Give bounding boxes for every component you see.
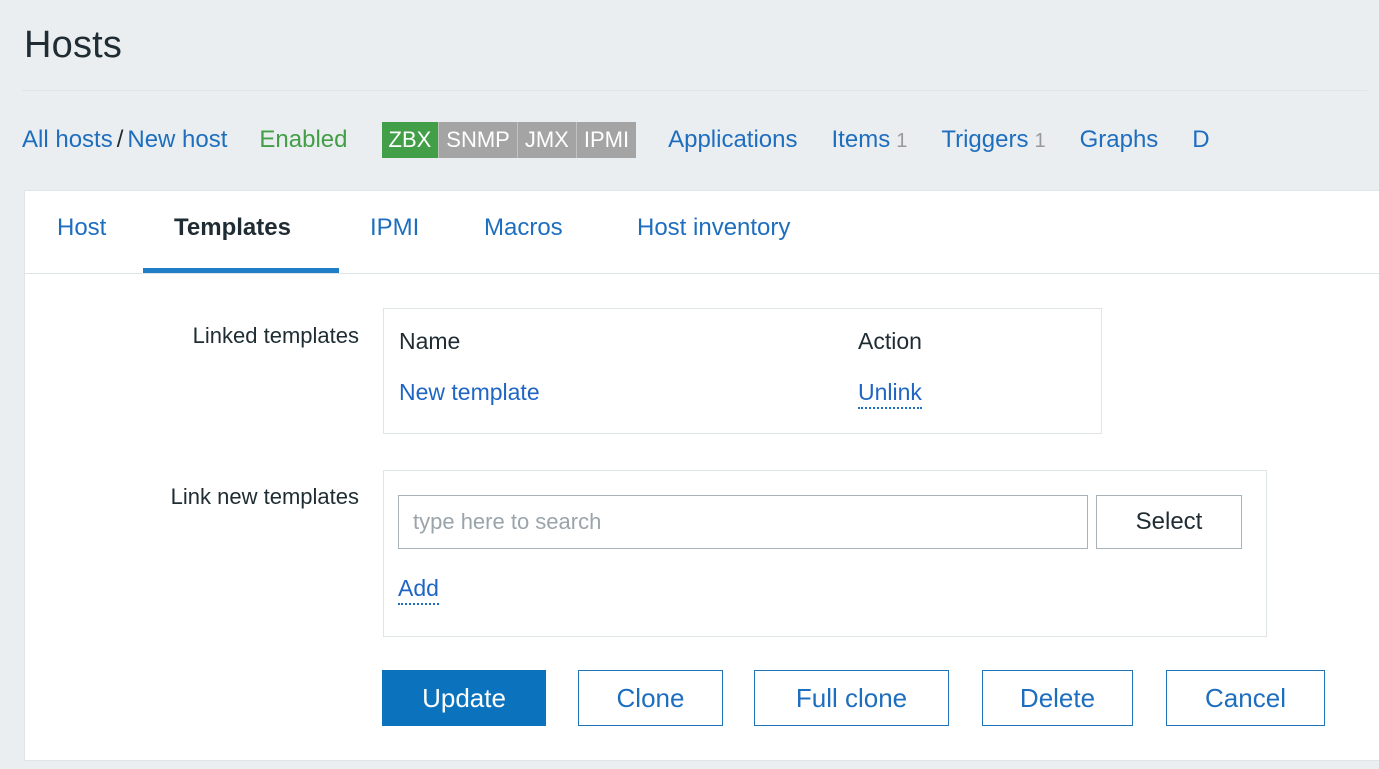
breadcrumb-new-host[interactable]: New host xyxy=(127,126,227,154)
jmx-badge: JMX xyxy=(516,122,576,158)
tab-templates[interactable]: Templates xyxy=(174,214,291,242)
delete-button[interactable]: Delete xyxy=(982,670,1133,726)
zbx-badge: ZBX xyxy=(381,122,439,158)
nav-truncated: D xyxy=(1192,126,1209,154)
breadcrumb-separator: / xyxy=(116,126,124,153)
host-nav-links: Applications Items 1 Triggers 1 Graphs D xyxy=(668,126,1244,154)
nav-items-count: 1 xyxy=(896,130,908,152)
title-divider xyxy=(22,90,1367,91)
update-button[interactable]: Update xyxy=(382,670,546,726)
linked-templates-label: Linked templates xyxy=(192,323,359,348)
nav-graphs-link[interactable]: Graphs xyxy=(1080,126,1159,154)
snmp-badge: SNMP xyxy=(438,122,517,158)
template-search-input[interactable] xyxy=(398,495,1088,549)
link-new-templates-label: Link new templates xyxy=(170,484,359,509)
host-navigation: All hosts / New host Enabled ZBX SNMP JM… xyxy=(22,120,1244,160)
linked-templates-table: Name Action New template Unlink xyxy=(383,308,1102,434)
tab-ipmi[interactable]: IPMI xyxy=(370,214,419,242)
ipmi-badge: IPMI xyxy=(575,122,637,158)
nav-triggers: Triggers 1 xyxy=(941,126,1045,154)
nav-items-link[interactable]: Items xyxy=(832,126,891,154)
nav-applications: Applications xyxy=(668,126,797,154)
column-action-header: Action xyxy=(858,328,922,354)
clone-button[interactable]: Clone xyxy=(578,670,723,726)
breadcrumb-all-hosts[interactable]: All hosts xyxy=(22,126,113,154)
select-button[interactable]: Select xyxy=(1096,495,1242,549)
linked-template-name[interactable]: New template xyxy=(399,379,540,406)
nav-applications-link[interactable]: Applications xyxy=(668,126,797,154)
cancel-button[interactable]: Cancel xyxy=(1166,670,1325,726)
nav-graphs: Graphs xyxy=(1080,126,1159,154)
status-enabled-link[interactable]: Enabled xyxy=(259,126,347,154)
breadcrumb: All hosts / New host xyxy=(22,126,227,154)
add-link[interactable]: Add xyxy=(398,575,439,605)
availability-badges: ZBX SNMP JMX IPMI xyxy=(381,122,637,158)
active-tab-indicator xyxy=(143,268,339,273)
nav-triggers-link[interactable]: Triggers xyxy=(941,126,1028,154)
form-tabs: Host Templates IPMI Macros Host inventor… xyxy=(25,191,1379,274)
tab-host-inventory[interactable]: Host inventory xyxy=(637,214,790,242)
host-form-panel: Host Templates IPMI Macros Host inventor… xyxy=(24,190,1379,761)
nav-truncated-link[interactable]: D xyxy=(1192,126,1209,154)
page-title: Hosts xyxy=(24,24,123,66)
full-clone-button[interactable]: Full clone xyxy=(754,670,949,726)
column-name-header: Name xyxy=(399,328,461,354)
tab-host[interactable]: Host xyxy=(57,214,106,242)
nav-items: Items 1 xyxy=(832,126,908,154)
tab-macros[interactable]: Macros xyxy=(484,214,563,242)
nav-triggers-count: 1 xyxy=(1034,130,1046,152)
link-new-templates-box: Select Add xyxy=(383,470,1267,637)
unlink-link[interactable]: Unlink xyxy=(858,379,922,409)
